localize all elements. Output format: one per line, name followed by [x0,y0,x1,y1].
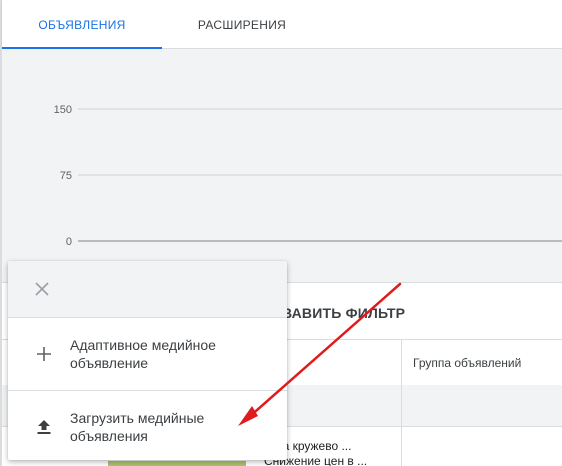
performance-chart: 150 75 0 [2,49,562,282]
menu-item-upload-display-ads[interactable]: Загрузить медийные объявления [8,391,287,463]
column-divider [401,385,402,426]
column-divider [401,427,402,466]
close-button[interactable] [30,277,54,301]
chart-svg: 150 75 0 [54,104,562,248]
menu-item-responsive-display-ad[interactable]: Адаптивное медийное объявление [8,318,287,391]
column-divider [401,340,402,385]
y-tick-label: 75 [60,170,72,182]
tab-extensions[interactable]: РАСШИРЕНИЯ [162,0,322,48]
close-icon [35,282,49,296]
tab-bar: ОБЪЯВЛЕНИЯ РАСШИРЕНИЯ [2,0,562,49]
y-tick-label: 0 [66,236,72,248]
new-ad-menu: Адаптивное медийное объявление Загрузить… [8,261,287,460]
menu-item-label: Загрузить медийные объявления [70,410,205,444]
menu-item-label: Адаптивное медийное объявление [70,337,216,371]
add-filter-button[interactable]: ВАВИТЬ ФИЛЬТР [282,305,405,321]
ads-editor-window: ОБЪЯВЛЕНИЯ РАСШИРЕНИЯ 150 75 0 ВАВИТЬ ФИЛЬ… [0,0,562,466]
plus-icon [32,342,56,366]
tab-ads[interactable]: ОБЪЯВЛЕНИЯ [2,0,162,49]
y-tick-label: 150 [54,104,72,116]
upload-icon [32,415,56,439]
menu-header [8,261,287,318]
column-header-ad-group[interactable]: Группа объявлений [413,356,521,370]
